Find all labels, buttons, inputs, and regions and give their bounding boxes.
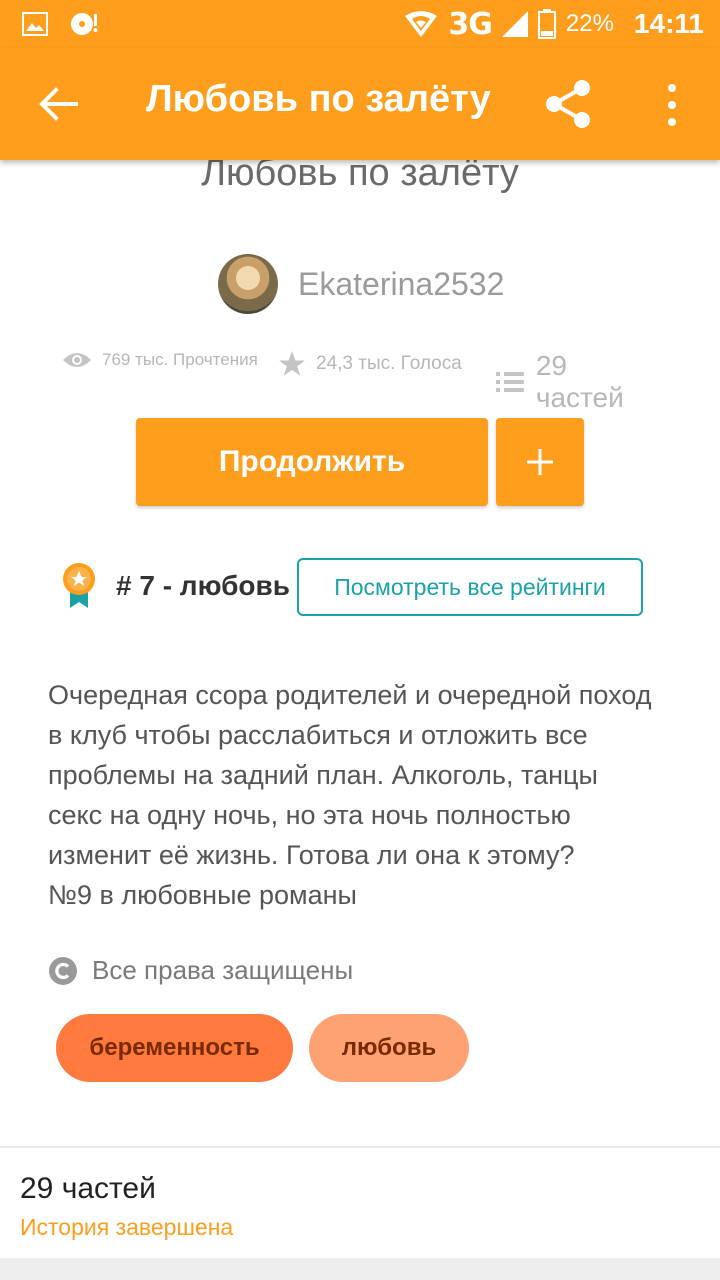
tag-pregnancy[interactable]: беременность	[56, 1014, 293, 1082]
wifi-icon	[405, 11, 438, 37]
copyright-text: Все права защищены	[92, 955, 354, 985]
view-all-rankings-label: Посмотреть все рейтинги	[334, 573, 606, 600]
tag-label: беременность	[89, 1034, 260, 1061]
plus-icon	[527, 449, 553, 475]
gallery-notification-icon	[22, 12, 48, 36]
toolbar-title: Любовь по залёту	[146, 78, 491, 120]
section-divider	[0, 1146, 720, 1148]
back-arrow-icon[interactable]	[36, 82, 80, 126]
ranking-label: # 7 - любовь	[116, 570, 290, 601]
app-toolbar: Любовь по залёту	[0, 48, 720, 160]
parts-count-stat: 29 частей	[535, 350, 624, 413]
signal-icon	[501, 11, 528, 37]
story-description: Очередная ссора родителей и очередной по…	[48, 680, 652, 910]
continue-reading-button[interactable]: Продолжить	[136, 418, 488, 506]
battery-icon	[537, 9, 556, 39]
reads-stat: 769 тыс. Прочтения	[62, 350, 258, 370]
votes-stat: 24,3 тыс. Голоса	[278, 350, 462, 378]
view-all-rankings-button[interactable]: Посмотреть все рейтинги	[297, 558, 643, 616]
star-icon	[279, 351, 305, 376]
parts-section-title[interactable]: 29 частей	[20, 1172, 156, 1206]
battery-percent: 22%	[565, 10, 614, 37]
medal-icon	[63, 563, 95, 608]
votes-count: 24,3 тыс. Голоса	[316, 353, 462, 374]
story-completion-status: История завершена	[20, 1214, 234, 1240]
continue-reading-label: Продолжить	[218, 445, 406, 478]
status-bar: 3G 22% 14:11	[0, 0, 720, 48]
copyright-row: Все права защищены	[48, 955, 353, 986]
share-icon[interactable]	[542, 78, 594, 130]
author-row[interactable]: Ekaterina2532	[218, 254, 504, 314]
story-stats: 769 тыс. Прочтения 24,3 тыс. Голоса 29 ч…	[62, 350, 662, 413]
copyright-icon	[49, 956, 77, 985]
more-vert-icon[interactable]	[660, 80, 684, 130]
network-type: 3G	[448, 6, 492, 42]
bottom-strip	[0, 1258, 720, 1280]
tag-label: любовь	[341, 1034, 437, 1061]
parts-stat: 29 частей	[496, 350, 662, 414]
disc-notification-icon	[71, 13, 98, 35]
reads-count: 769 тыс. Прочтения	[102, 350, 258, 369]
add-to-library-button[interactable]	[496, 418, 584, 506]
list-icon	[496, 372, 524, 392]
clock: 14:11	[633, 8, 704, 39]
tag-love[interactable]: любовь	[309, 1014, 469, 1082]
ranking-row: # 7 - любовь	[60, 562, 290, 610]
author-name[interactable]: Ekaterina2532	[298, 266, 504, 303]
avatar[interactable]	[218, 254, 278, 314]
eye-icon	[63, 353, 91, 367]
